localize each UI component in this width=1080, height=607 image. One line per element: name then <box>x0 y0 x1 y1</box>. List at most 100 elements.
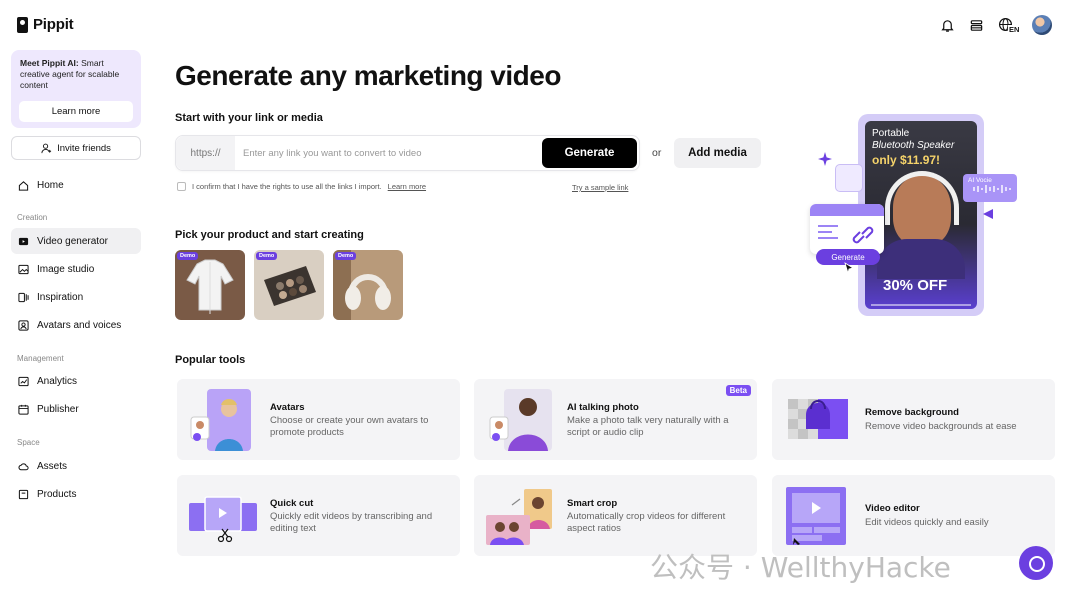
link-input[interactable] <box>243 145 533 161</box>
section-label-space: Space <box>17 438 40 447</box>
tool-description: Edit videos quickly and easily <box>865 517 989 528</box>
eyeshadow-palette-image <box>254 250 324 320</box>
quick-cut-thumbnail <box>189 496 257 543</box>
tool-title: Video editor <box>865 503 920 514</box>
waveform-icon <box>973 185 1011 193</box>
tool-title: Quick cut <box>270 498 314 509</box>
ai-voice-label: AI Vocie <box>968 177 992 184</box>
product-card-shirt[interactable]: Demo <box>175 250 245 320</box>
cursor-icon <box>844 262 854 274</box>
sidebar-item-products[interactable]: Products <box>11 481 141 507</box>
url-prefix: https:// <box>176 136 235 170</box>
ad-price: only $11.97! <box>872 153 941 167</box>
section-label-management: Management <box>17 354 64 363</box>
tool-description: Automatically crop videos for different … <box>567 511 726 534</box>
ad-progress-bar <box>871 304 971 306</box>
tool-card-ai-talking-photo[interactable]: AI talking photo Make a photo talk very … <box>474 379 757 460</box>
sidebar-item-home[interactable]: Home <box>11 172 141 198</box>
tool-card-smart-crop[interactable]: Smart crop Automatically crop videos for… <box>474 475 757 556</box>
help-button[interactable] <box>1019 546 1053 580</box>
video-generator-icon <box>18 237 29 245</box>
ad-discount: 30% OFF <box>883 277 948 294</box>
avatar-icon <box>18 319 29 331</box>
add-media-button[interactable]: Add media <box>674 138 761 168</box>
sidebar-item-label: Home <box>37 179 64 191</box>
ad-text: Portable Bluetooth Speaker <box>872 128 954 152</box>
pick-product-label: Pick your product and start creating <box>175 229 364 241</box>
tool-title: Smart crop <box>567 498 618 509</box>
brand-name: Pippit <box>33 16 74 33</box>
tool-description: Quickly edit videos by transcribing and … <box>270 511 433 534</box>
generate-button[interactable]: Generate <box>542 138 637 168</box>
start-label: Start with your link or media <box>175 112 323 124</box>
sidebar-item-assets[interactable]: Assets <box>11 453 141 479</box>
rights-text: I confirm that I have the rights to use … <box>192 182 382 191</box>
sparkle-icon <box>818 152 832 166</box>
link-card-header <box>810 204 884 216</box>
ai-voice-card: AI Vocie <box>963 174 1017 202</box>
sidebar-item-label: Inspiration <box>37 291 84 303</box>
smart-crop-thumbnail <box>486 489 552 545</box>
link-card <box>810 204 884 254</box>
promo-text: Meet Pippit AI: Smart creative agent for… <box>20 58 132 91</box>
promo-title: Meet Pippit AI: <box>20 58 79 68</box>
headphones-icon <box>885 171 959 225</box>
person-shirt <box>877 239 965 279</box>
sidebar-item-analytics[interactable]: Analytics <box>11 368 141 394</box>
page-title: Generate any marketing video <box>175 60 561 91</box>
or-divider: or <box>652 147 662 159</box>
sidebar-item-label: Avatars and voices <box>37 319 122 331</box>
sidebar-item-avatars-and-voices[interactable]: Avatars and voices <box>11 312 141 338</box>
invite-label: Invite friends <box>57 142 111 154</box>
tool-card-video-editor[interactable]: Video editor Edit videos quickly and eas… <box>772 475 1055 556</box>
product-card-eyeshadow[interactable]: Demo <box>254 250 324 320</box>
demo-badge: Demo <box>256 252 278 260</box>
tool-description: Choose or create your own avatars to pro… <box>270 415 429 438</box>
tool-description: Remove video backgrounds at ease <box>865 421 1017 432</box>
sidebar-item-publisher[interactable]: Publisher <box>11 396 141 422</box>
try-sample-link[interactable]: Try a sample link <box>572 183 628 192</box>
pippit-logo-icon <box>17 16 28 33</box>
tool-title: Avatars <box>270 402 305 413</box>
tool-title: Remove background <box>865 407 959 418</box>
cloud-icon <box>18 462 29 470</box>
headphone-tile-icon <box>835 164 863 192</box>
sidebar-item-label: Analytics <box>37 375 78 387</box>
tool-card-quick-cut[interactable]: Quick cut Quickly edit videos by transcr… <box>177 475 460 556</box>
watermark-text: 公众号 · WellthyHacke <box>650 551 951 584</box>
link-input-bar: https:// Generate <box>175 135 640 171</box>
inspiration-icon <box>18 292 29 302</box>
sidebar-item-label: Publisher <box>37 403 79 415</box>
tool-card-avatars[interactable]: Avatars Choose or create your own avatar… <box>177 379 460 460</box>
shirt-image <box>175 250 245 320</box>
add-user-icon <box>41 143 52 153</box>
tool-card-remove-background[interactable]: Remove background Remove video backgroun… <box>772 379 1055 460</box>
invite-friends-button[interactable]: Invite friends <box>11 136 141 160</box>
talking-photo-thumbnail <box>489 389 552 451</box>
beta-badge: Beta <box>725 385 751 396</box>
popular-tools-label: Popular tools <box>175 354 246 366</box>
remove-background-thumbnail <box>788 399 848 439</box>
logo[interactable]: Pippit <box>17 16 74 33</box>
promo-card: Meet Pippit AI: Smart creative agent for… <box>11 50 141 128</box>
rights-checkbox[interactable] <box>177 182 186 191</box>
sidebar-item-image-studio[interactable]: Image studio <box>11 256 141 282</box>
calendar-icon <box>18 404 29 415</box>
rights-learn-more-link[interactable]: Learn more <box>388 182 426 191</box>
rights-confirmation: I confirm that I have the rights to use … <box>177 182 426 191</box>
analytics-icon <box>18 376 29 386</box>
learn-more-button[interactable]: Learn more <box>19 101 133 122</box>
headphones-image <box>333 250 403 320</box>
sidebar-item-video-generator[interactable]: Video generator <box>11 228 141 254</box>
product-card-headphones[interactable]: Demo <box>333 250 403 320</box>
sidebar-item-label: Image studio <box>37 263 95 275</box>
sidebar-item-label: Products <box>37 488 77 500</box>
product-box-icon <box>18 489 29 499</box>
home-icon <box>18 180 29 191</box>
sidebar-item-inspiration[interactable]: Inspiration <box>11 284 141 310</box>
sidebar-item-label: Video generator <box>37 235 108 247</box>
ad-line-2: Bluetooth Speaker <box>872 140 955 151</box>
avatars-thumbnail <box>190 389 251 451</box>
arrow-left-icon <box>983 209 993 219</box>
image-icon <box>18 264 29 274</box>
